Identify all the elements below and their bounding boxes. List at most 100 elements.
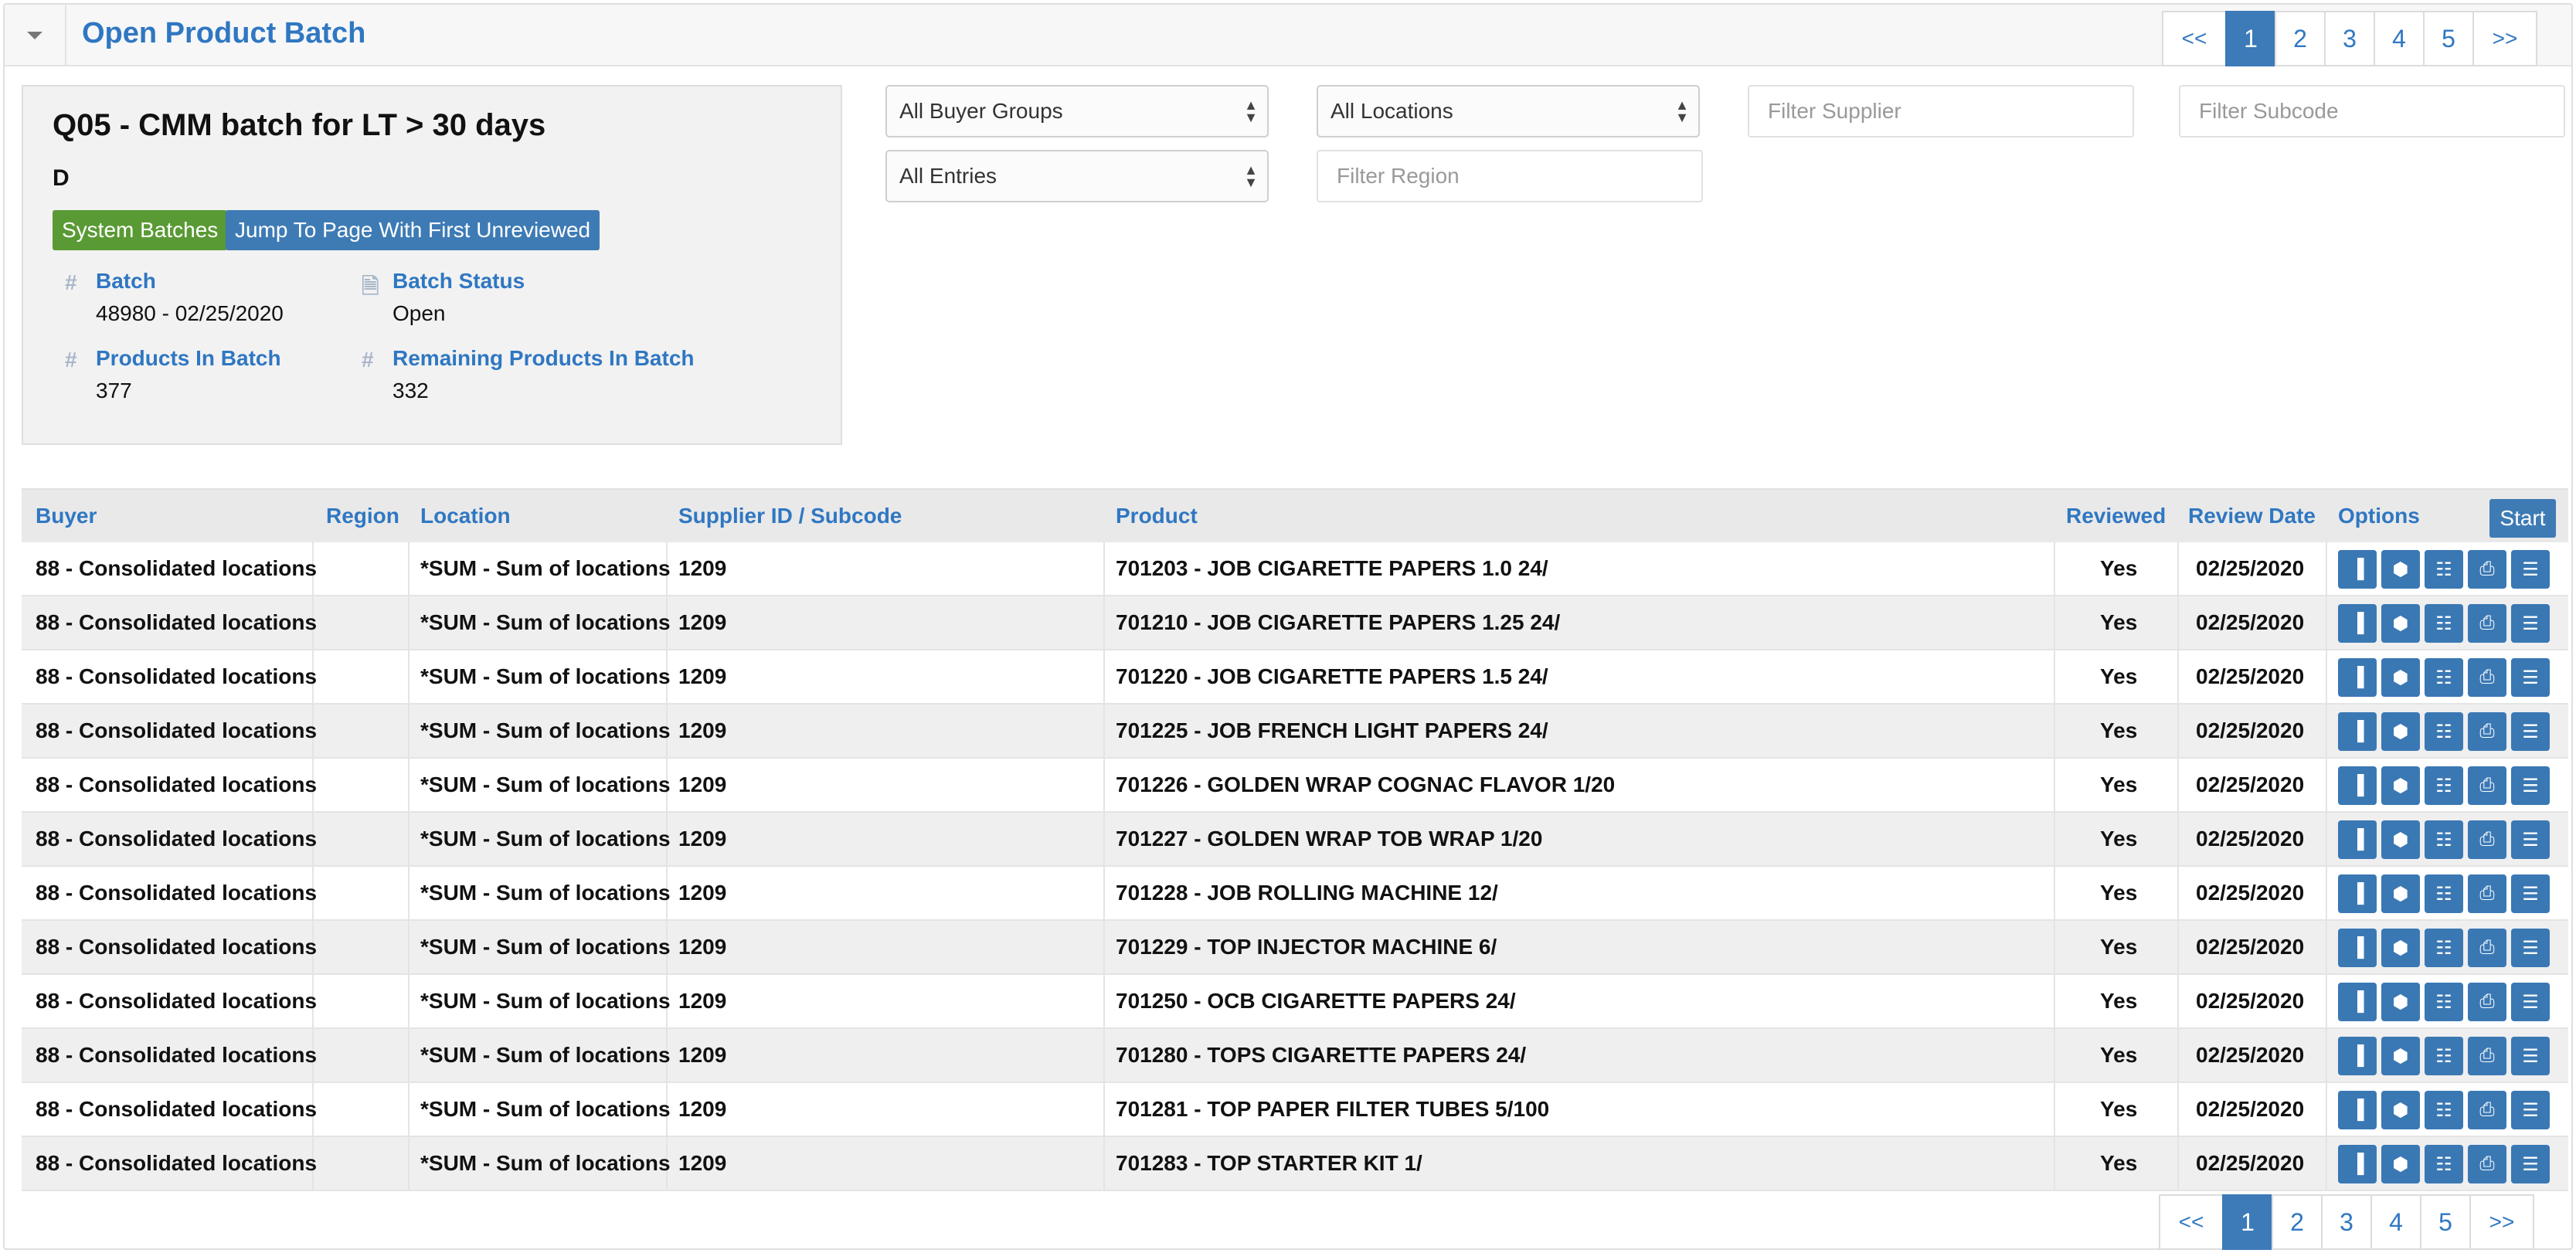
sitemap-icon[interactable]: ☷: [2425, 929, 2463, 967]
pagination-page-4[interactable]: 4: [2374, 11, 2425, 66]
barcode-icon[interactable]: ▐: [2338, 983, 2377, 1021]
table-row[interactable]: 88 - Consolidated locations *SUM - Sum of…: [22, 596, 2568, 650]
barcode-icon[interactable]: ▐: [2338, 1037, 2377, 1075]
pagination-next[interactable]: >>: [2469, 1194, 2534, 1250]
batch-status-label[interactable]: Batch Status: [393, 269, 525, 294]
list-icon[interactable]: ☰: [2511, 1091, 2550, 1129]
cube-icon[interactable]: ⬢: [2381, 550, 2420, 589]
list-icon[interactable]: ☰: [2511, 874, 2550, 913]
table-row[interactable]: 88 - Consolidated locations *SUM - Sum of…: [22, 705, 2568, 759]
pagination-page-1[interactable]: 1: [2222, 1194, 2273, 1250]
cube-icon[interactable]: ⬢: [2381, 1091, 2420, 1129]
table-row[interactable]: 88 - Consolidated locations *SUM - Sum of…: [22, 1029, 2568, 1083]
cube-icon[interactable]: ⬢: [2381, 1145, 2420, 1183]
pagination-page-3[interactable]: 3: [2324, 11, 2375, 66]
column-product[interactable]: Product: [1116, 504, 1198, 528]
document-icon[interactable]: ⎙: [2468, 874, 2506, 913]
document-icon[interactable]: ⎙: [2468, 1145, 2506, 1183]
list-icon[interactable]: ☰: [2511, 929, 2550, 967]
sitemap-icon[interactable]: ☷: [2425, 766, 2463, 805]
sitemap-icon[interactable]: ☷: [2425, 658, 2463, 697]
pagination-page-4[interactable]: 4: [2370, 1194, 2421, 1250]
barcode-icon[interactable]: ▐: [2338, 766, 2377, 805]
barcode-icon[interactable]: ▐: [2338, 604, 2377, 643]
barcode-icon[interactable]: ▐: [2338, 874, 2377, 913]
list-icon[interactable]: ☰: [2511, 766, 2550, 805]
entries-select[interactable]: All Entries ▲ ▼: [885, 150, 1269, 202]
filter-region-input[interactable]: Filter Region: [1317, 150, 1703, 202]
table-row[interactable]: 88 - Consolidated locations *SUM - Sum of…: [22, 759, 2568, 813]
locations-select[interactable]: All Locations ▲ ▼: [1317, 85, 1700, 138]
column-review-date[interactable]: Review Date: [2188, 504, 2316, 528]
pagination-page-5[interactable]: 5: [2420, 1194, 2471, 1250]
cube-icon[interactable]: ⬢: [2381, 658, 2420, 697]
barcode-icon[interactable]: ▐: [2338, 550, 2377, 589]
collapse-toggle[interactable]: [5, 5, 66, 66]
cube-icon[interactable]: ⬢: [2381, 983, 2420, 1021]
table-row[interactable]: 88 - Consolidated locations *SUM - Sum of…: [22, 813, 2568, 867]
document-icon[interactable]: ⎙: [2468, 604, 2506, 643]
sitemap-icon[interactable]: ☷: [2425, 604, 2463, 643]
document-icon[interactable]: ⎙: [2468, 1037, 2506, 1075]
barcode-icon[interactable]: ▐: [2338, 1091, 2377, 1129]
column-reviewed[interactable]: Reviewed: [2066, 504, 2166, 528]
cube-icon[interactable]: ⬢: [2381, 929, 2420, 967]
table-row[interactable]: 88 - Consolidated locations *SUM - Sum of…: [22, 1083, 2568, 1137]
column-supplier[interactable]: Supplier ID / Subcode: [678, 504, 902, 528]
table-row[interactable]: 88 - Consolidated locations *SUM - Sum of…: [22, 921, 2568, 975]
document-icon[interactable]: ⎙: [2468, 1091, 2506, 1129]
document-icon[interactable]: ⎙: [2468, 820, 2506, 859]
sitemap-icon[interactable]: ☷: [2425, 550, 2463, 589]
pagination-page-3[interactable]: 3: [2321, 1194, 2372, 1250]
barcode-icon[interactable]: ▐: [2338, 712, 2377, 751]
batch-label[interactable]: Batch: [96, 269, 284, 294]
sitemap-icon[interactable]: ☷: [2425, 712, 2463, 751]
pagination-page-5[interactable]: 5: [2423, 11, 2474, 66]
table-row[interactable]: 88 - Consolidated locations *SUM - Sum of…: [22, 542, 2568, 596]
list-icon[interactable]: ☰: [2511, 550, 2550, 589]
table-row[interactable]: 88 - Consolidated locations *SUM - Sum of…: [22, 1137, 2568, 1191]
remaining-products-label[interactable]: Remaining Products In Batch: [393, 346, 695, 371]
sitemap-icon[interactable]: ☷: [2425, 874, 2463, 913]
document-icon[interactable]: ⎙: [2468, 929, 2506, 967]
table-row[interactable]: 88 - Consolidated locations *SUM - Sum of…: [22, 650, 2568, 705]
sitemap-icon[interactable]: ☷: [2425, 1091, 2463, 1129]
table-row[interactable]: 88 - Consolidated locations *SUM - Sum of…: [22, 867, 2568, 921]
list-icon[interactable]: ☰: [2511, 1037, 2550, 1075]
jump-to-first-unreviewed-button[interactable]: Jump To Page With First Unreviewed: [226, 210, 600, 250]
column-buyer[interactable]: Buyer: [36, 504, 97, 528]
system-batches-button[interactable]: System Batches: [53, 210, 228, 250]
cube-icon[interactable]: ⬢: [2381, 604, 2420, 643]
barcode-icon[interactable]: ▐: [2338, 1145, 2377, 1183]
table-row[interactable]: 88 - Consolidated locations *SUM - Sum of…: [22, 975, 2568, 1029]
column-region[interactable]: Region: [326, 504, 399, 528]
pagination-page-2[interactable]: 2: [2275, 11, 2326, 66]
cube-icon[interactable]: ⬢: [2381, 1037, 2420, 1075]
column-location[interactable]: Location: [420, 504, 511, 528]
pagination-next[interactable]: >>: [2472, 11, 2537, 66]
cube-icon[interactable]: ⬢: [2381, 820, 2420, 859]
sitemap-icon[interactable]: ☷: [2425, 820, 2463, 859]
document-icon[interactable]: ⎙: [2468, 550, 2506, 589]
filter-supplier-input[interactable]: Filter Supplier: [1748, 85, 2134, 138]
document-icon[interactable]: ⎙: [2468, 766, 2506, 805]
pagination-page-1[interactable]: 1: [2225, 11, 2276, 66]
products-in-batch-label[interactable]: Products In Batch: [96, 346, 281, 371]
sitemap-icon[interactable]: ☷: [2425, 1037, 2463, 1075]
list-icon[interactable]: ☰: [2511, 983, 2550, 1021]
cube-icon[interactable]: ⬢: [2381, 874, 2420, 913]
document-icon[interactable]: ⎙: [2468, 983, 2506, 1021]
sitemap-icon[interactable]: ☷: [2425, 1145, 2463, 1183]
filter-subcode-input[interactable]: Filter Subcode: [2179, 85, 2565, 138]
pagination-prev[interactable]: <<: [2162, 11, 2227, 66]
barcode-icon[interactable]: ▐: [2338, 929, 2377, 967]
document-icon[interactable]: ⎙: [2468, 712, 2506, 751]
barcode-icon[interactable]: ▐: [2338, 820, 2377, 859]
document-icon[interactable]: ⎙: [2468, 658, 2506, 697]
pagination-prev[interactable]: <<: [2159, 1194, 2224, 1250]
buyer-groups-select[interactable]: All Buyer Groups ▲ ▼: [885, 85, 1269, 138]
cube-icon[interactable]: ⬢: [2381, 712, 2420, 751]
list-icon[interactable]: ☰: [2511, 820, 2550, 859]
list-icon[interactable]: ☰: [2511, 658, 2550, 697]
list-icon[interactable]: ☰: [2511, 604, 2550, 643]
